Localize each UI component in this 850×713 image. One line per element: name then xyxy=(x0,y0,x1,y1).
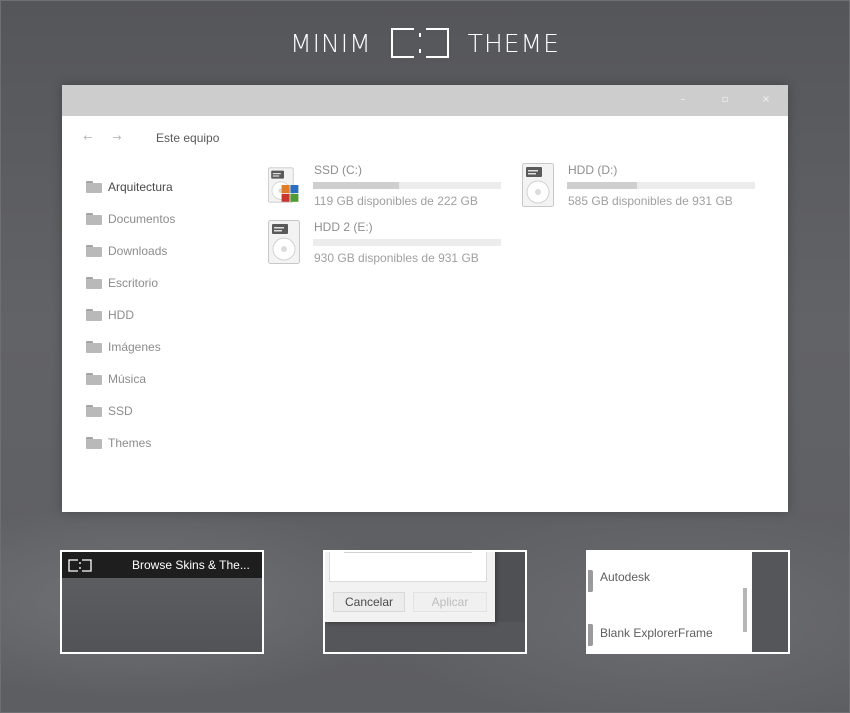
sidebar-item-label: Arquitectura xyxy=(108,180,173,194)
forward-arrow-icon[interactable]: → xyxy=(111,132,123,144)
thumbnail-browse-skins[interactable]: Browse Skins & The... xyxy=(60,550,264,654)
folder-icon xyxy=(86,245,102,257)
list-panel: Autodesk Blank ExplorerFrame xyxy=(588,552,752,652)
thumbnail-background xyxy=(325,622,525,652)
drive-usage-bar xyxy=(567,182,755,189)
back-arrow-icon[interactable]: ← xyxy=(82,132,94,144)
sidebar-item-label: SSD xyxy=(108,404,133,418)
maximize-icon[interactable]: ▫ xyxy=(718,93,732,107)
header-word-left: MINIM xyxy=(290,28,372,58)
close-icon[interactable]: × xyxy=(759,93,773,107)
selection-marker xyxy=(588,624,593,646)
dialog-panel: Cancelar Aplicar xyxy=(325,552,495,622)
thumbnail-list[interactable]: Autodesk Blank ExplorerFrame xyxy=(586,550,790,654)
theme-header: MINIM THEME xyxy=(0,26,850,60)
sidebar-item-label: Música xyxy=(108,372,147,386)
sidebar-item-label: Themes xyxy=(108,436,152,450)
folder-icon xyxy=(86,341,102,353)
sidebar-item-label: Escritorio xyxy=(108,276,159,290)
selection-marker xyxy=(588,570,593,592)
drive-free-space: 585 GB disponibles de 931 GB xyxy=(568,194,733,208)
sidebar-item-label: HDD xyxy=(108,308,134,322)
drive-usage-fill xyxy=(567,182,637,189)
dialog-divider xyxy=(344,552,472,553)
sidebar-item-musica[interactable]: Música xyxy=(86,363,256,395)
sidebar-item-ssd[interactable]: SSD xyxy=(86,395,256,427)
minimize-icon[interactable]: – xyxy=(676,93,690,107)
sidebar-item-label: Downloads xyxy=(108,244,168,258)
drive-usage-bar xyxy=(313,239,501,246)
header-word-right: THEME xyxy=(467,28,560,58)
sidebar-item-downloads[interactable]: Downloads xyxy=(86,235,256,267)
thumbnail-title: Browse Skins & The... xyxy=(132,558,250,572)
drive-name: HDD (D:) xyxy=(568,163,618,177)
drive-usage-bar xyxy=(313,182,501,189)
sidebar-item-themes[interactable]: Themes xyxy=(86,427,256,459)
list-item[interactable]: Autodesk xyxy=(600,570,650,584)
folder-icon xyxy=(86,405,102,417)
system-drive-icon xyxy=(268,167,299,203)
bracket-square-logo-icon xyxy=(68,559,92,572)
folder-icon xyxy=(86,309,102,321)
thumbnail-body xyxy=(62,578,262,652)
folder-icon xyxy=(86,277,102,289)
sidebar-item-escritorio[interactable]: Escritorio xyxy=(86,267,256,299)
drive-hdd-d[interactable]: HDD (D:) 585 GB disponibles de 931 GB xyxy=(522,161,762,211)
hard-drive-icon xyxy=(268,220,300,264)
drive-hdd2-e[interactable]: HDD 2 (E:) 930 GB disponibles de 931 GB xyxy=(268,218,508,268)
folder-icon xyxy=(86,181,102,193)
explorer-window: – ▫ × ← → Este equipo Arquitectura Docum… xyxy=(62,85,788,512)
hard-drive-icon xyxy=(522,163,554,207)
sidebar-item-arquitectura[interactable]: Arquitectura xyxy=(86,171,256,203)
scrollbar[interactable] xyxy=(743,588,747,632)
thumbnail-titlebar: Browse Skins & The... xyxy=(62,552,262,578)
bracket-square-logo-icon xyxy=(390,28,449,58)
folder-icon xyxy=(86,213,102,225)
drive-free-space: 930 GB disponibles de 931 GB xyxy=(314,251,479,265)
drive-usage-fill xyxy=(313,182,400,189)
thumbnail-background xyxy=(752,552,788,652)
sidebar-item-hdd[interactable]: HDD xyxy=(86,299,256,331)
thumbnail-dialog[interactable]: Cancelar Aplicar xyxy=(323,550,527,654)
drive-name: HDD 2 (E:) xyxy=(314,220,373,234)
apply-button[interactable]: Aplicar xyxy=(413,592,487,612)
cancel-button[interactable]: Cancelar xyxy=(333,592,405,612)
dialog-content-area xyxy=(329,552,487,582)
list-item[interactable]: Blank ExplorerFrame xyxy=(600,626,713,640)
drive-ssd-c[interactable]: SSD (C:) 119 GB disponibles de 222 GB xyxy=(268,161,508,211)
folder-icon xyxy=(86,437,102,449)
drive-free-space: 119 GB disponibles de 222 GB xyxy=(314,194,478,208)
window-titlebar[interactable]: – ▫ × xyxy=(62,85,788,116)
sidebar-item-documentos[interactable]: Documentos xyxy=(86,203,256,235)
sidebar-item-label: Documentos xyxy=(108,212,176,226)
navigation-bar: ← → Este equipo xyxy=(82,130,219,146)
breadcrumb[interactable]: Este equipo xyxy=(156,131,219,145)
sidebar-item-label: Imágenes xyxy=(108,340,161,354)
sidebar: Arquitectura Documentos Downloads Escrit… xyxy=(86,171,256,459)
folder-icon xyxy=(86,373,102,385)
drive-name: SSD (C:) xyxy=(314,163,362,177)
sidebar-item-imagenes[interactable]: Imágenes xyxy=(86,331,256,363)
